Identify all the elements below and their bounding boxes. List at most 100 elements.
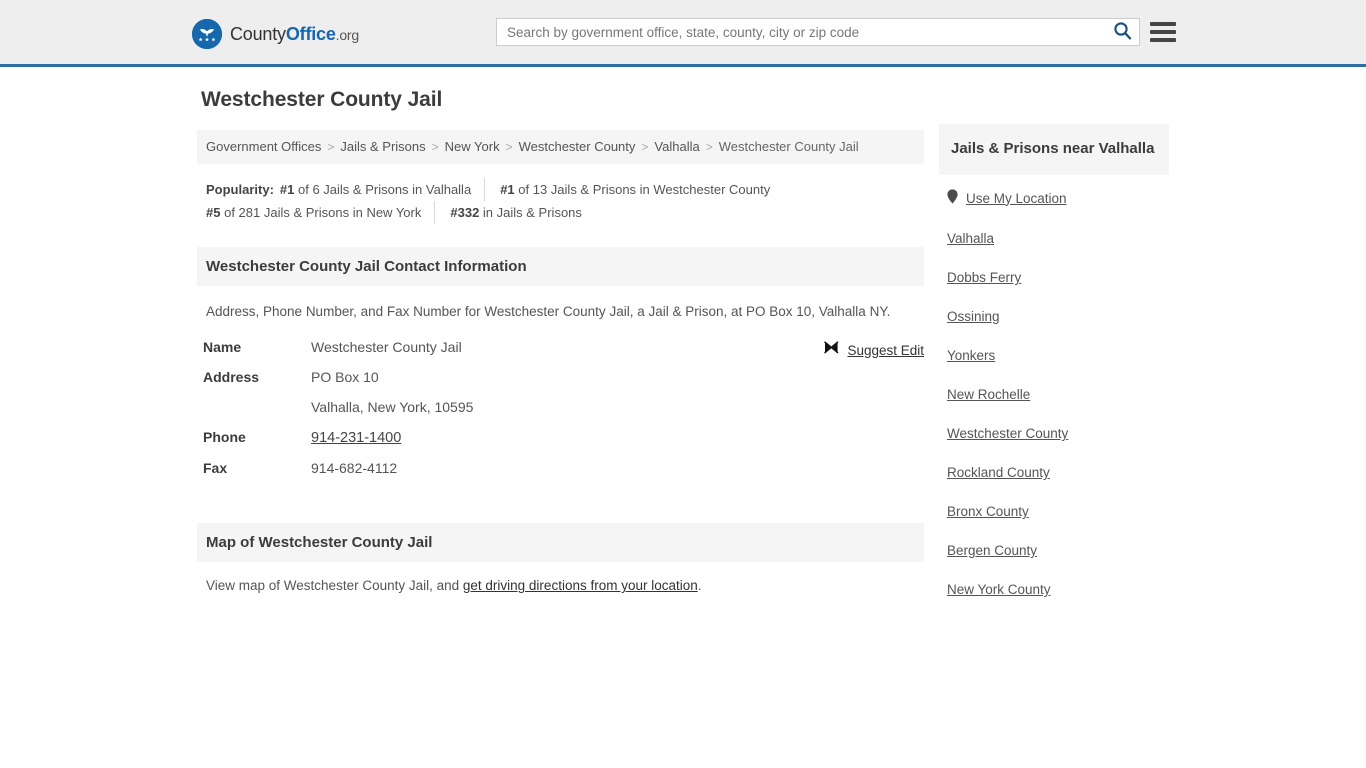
suggest-edit-label: Suggest Edit: [847, 342, 924, 358]
list-item[interactable]: Westchester County: [947, 425, 1169, 443]
sidebar-item-ossining[interactable]: Ossining: [947, 309, 1000, 324]
menu-bar-3: [1150, 38, 1176, 42]
breadcrumb-separator: >: [705, 140, 713, 154]
sidebar-item-new-rochelle[interactable]: New Rochelle: [947, 387, 1030, 402]
row-key-name: Name: [203, 339, 242, 356]
list-item[interactable]: New Rochelle: [947, 386, 1169, 404]
map-desc-before: View map of Westchester County Jail, and: [206, 578, 463, 594]
breadcrumb-item-valhalla[interactable]: Valhalla: [654, 139, 699, 154]
site-header: CountyOffice.org: [0, 0, 1366, 67]
popularity-text: of 13 Jails & Prisons in Westchester Cou…: [518, 181, 771, 197]
row-value-address-line1: PO Box 10: [311, 369, 379, 386]
breadcrumb-item-current: Westchester County Jail: [718, 139, 859, 154]
list-item[interactable]: Yonkers: [947, 347, 1169, 365]
breadcrumb-separator: >: [505, 140, 513, 154]
list-item[interactable]: Bronx County: [947, 503, 1169, 521]
list-item[interactable]: New York County: [947, 581, 1169, 599]
sidebar-item-use-my-location[interactable]: Use My Location: [947, 189, 1169, 209]
menu-bar-1: [1150, 22, 1176, 26]
use-my-location-link[interactable]: Use My Location: [947, 189, 1067, 207]
sidebar-item-rockland-county[interactable]: Rockland County: [947, 465, 1050, 480]
use-my-location-label: Use My Location: [966, 190, 1067, 206]
map-section: Map of Westchester County Jail View map …: [197, 523, 924, 593]
list-item[interactable]: Rockland County: [947, 464, 1169, 482]
sidebar: Jails & Prisons near Valhalla Use My Loc…: [939, 124, 1169, 599]
search-icon: [1113, 21, 1132, 43]
sidebar-item-westchester-county[interactable]: Westchester County: [947, 426, 1068, 441]
popularity-rank: #1: [279, 181, 295, 197]
search-bar[interactable]: [496, 18, 1140, 46]
search-button[interactable]: [1105, 19, 1139, 45]
popularity-text: in Jails & Prisons: [482, 204, 582, 220]
table-row: Address PO Box 10: [203, 369, 473, 399]
sidebar-title: Jails & Prisons near Valhalla: [939, 124, 1169, 176]
map-desc-after: .: [697, 578, 702, 594]
popularity-rank: #5: [206, 204, 221, 220]
contact-info-table: Name Westchester County Jail Address PO …: [203, 339, 473, 490]
suggest-edit-link[interactable]: Suggest Edit: [823, 339, 924, 361]
table-row: Fax 914-682-4112: [203, 460, 473, 490]
table-row: Name Westchester County Jail: [203, 339, 473, 369]
row-value-name: Westchester County Jail: [311, 339, 462, 356]
breadcrumb: Government Offices > Jails & Prisons > New Y…: [197, 130, 924, 164]
table-row: Phone 914-231-1400: [203, 429, 473, 460]
site-logo-link[interactable]: CountyOffice.org: [192, 19, 359, 49]
breadcrumb-item-jails-prisons[interactable]: Jails & Prisons: [340, 139, 425, 154]
map-pin-icon: [947, 189, 958, 207]
table-row: Valhalla, New York, 10595: [203, 399, 473, 429]
popularity-item-westchester-county: #1 of 13 Jails & Prisons in Westchester …: [489, 178, 783, 201]
list-item[interactable]: Valhalla: [947, 230, 1169, 248]
sidebar-item-bergen-county[interactable]: Bergen County: [947, 543, 1037, 558]
list-item[interactable]: Dobbs Ferry: [947, 269, 1169, 287]
contact-section-header: Westchester County Jail Contact Informat…: [197, 246, 924, 286]
sidebar-item-yonkers[interactable]: Yonkers: [947, 348, 995, 363]
site-logo-text: CountyOffice.org: [230, 25, 359, 43]
popularity-text: of 281 Jails & Prisons in New York: [224, 204, 422, 220]
breadcrumb-item-westchester-county[interactable]: Westchester County: [519, 139, 636, 154]
row-key-fax: Fax: [203, 460, 228, 477]
sidebar-nearby-list: Use My Location Valhalla Dobbs Ferry Oss…: [939, 175, 1169, 599]
sidebar-item-valhalla[interactable]: Valhalla: [947, 231, 994, 246]
popularity-text: of 6 Jails & Prisons in Valhalla: [298, 181, 472, 197]
breadcrumb-separator: >: [431, 140, 439, 154]
breadcrumb-item-government-offices[interactable]: Government Offices: [206, 139, 321, 154]
row-value-fax: 914-682-4112: [311, 460, 398, 477]
map-section-description: View map of Westchester County Jail, and…: [206, 578, 924, 593]
contact-info-block: Name Westchester County Jail Address PO …: [197, 339, 924, 490]
brand-part-org: .org: [335, 27, 360, 43]
popularity-item-valhalla: #1 of 6 Jails & Prisons in Valhalla: [279, 177, 486, 201]
breadcrumb-separator: >: [327, 140, 335, 154]
hamburger-menu-icon[interactable]: [1150, 19, 1176, 45]
row-key-phone: Phone: [203, 429, 246, 446]
eagle-shield-logo-icon: [192, 19, 222, 49]
sidebar-item-new-york-county[interactable]: New York County: [947, 582, 1051, 597]
sidebar-item-dobbs-ferry[interactable]: Dobbs Ferry: [947, 270, 1021, 285]
map-section-header: Map of Westchester County Jail: [197, 523, 924, 563]
row-key-blank: [203, 399, 311, 429]
list-item[interactable]: Ossining: [947, 308, 1169, 326]
main-content: Westchester County Jail Government Offic…: [197, 88, 924, 593]
list-item[interactable]: Bergen County: [947, 542, 1169, 560]
contact-section-description: Address, Phone Number, and Fax Number fo…: [206, 303, 891, 319]
brand-part-office: Office: [285, 24, 336, 44]
phone-link[interactable]: 914-231-1400: [311, 430, 401, 446]
menu-bar-2: [1150, 30, 1176, 34]
popularity-block: Popularity: #1 of 6 Jails & Prisons in Va…: [206, 177, 866, 224]
row-value-phone: 914-231-1400: [311, 429, 473, 460]
popularity-rank: #1: [500, 181, 515, 197]
row-key-address: Address: [203, 369, 260, 386]
popularity-label: Popularity:: [206, 181, 274, 197]
popularity-rank: #332: [450, 204, 480, 220]
page-body: Westchester County Jail Government Offic…: [0, 67, 1366, 597]
popularity-item-new-york: #5 of 281 Jails & Prisons in New York: [206, 200, 436, 224]
page-title: Westchester County Jail: [201, 88, 443, 111]
driving-directions-link[interactable]: get driving directions from your locatio…: [463, 578, 698, 593]
sidebar-item-bronx-county[interactable]: Bronx County: [947, 504, 1029, 519]
pencil-edit-icon: [823, 339, 840, 361]
popularity-item-overall: #332 in Jails & Prisons: [439, 201, 595, 224]
breadcrumb-separator: >: [641, 140, 649, 154]
row-value-address-line2: Valhalla, New York, 10595: [311, 399, 474, 416]
breadcrumb-item-new-york[interactable]: New York: [445, 139, 500, 154]
brand-part-county: County: [230, 24, 286, 44]
search-input[interactable]: [497, 19, 1105, 45]
